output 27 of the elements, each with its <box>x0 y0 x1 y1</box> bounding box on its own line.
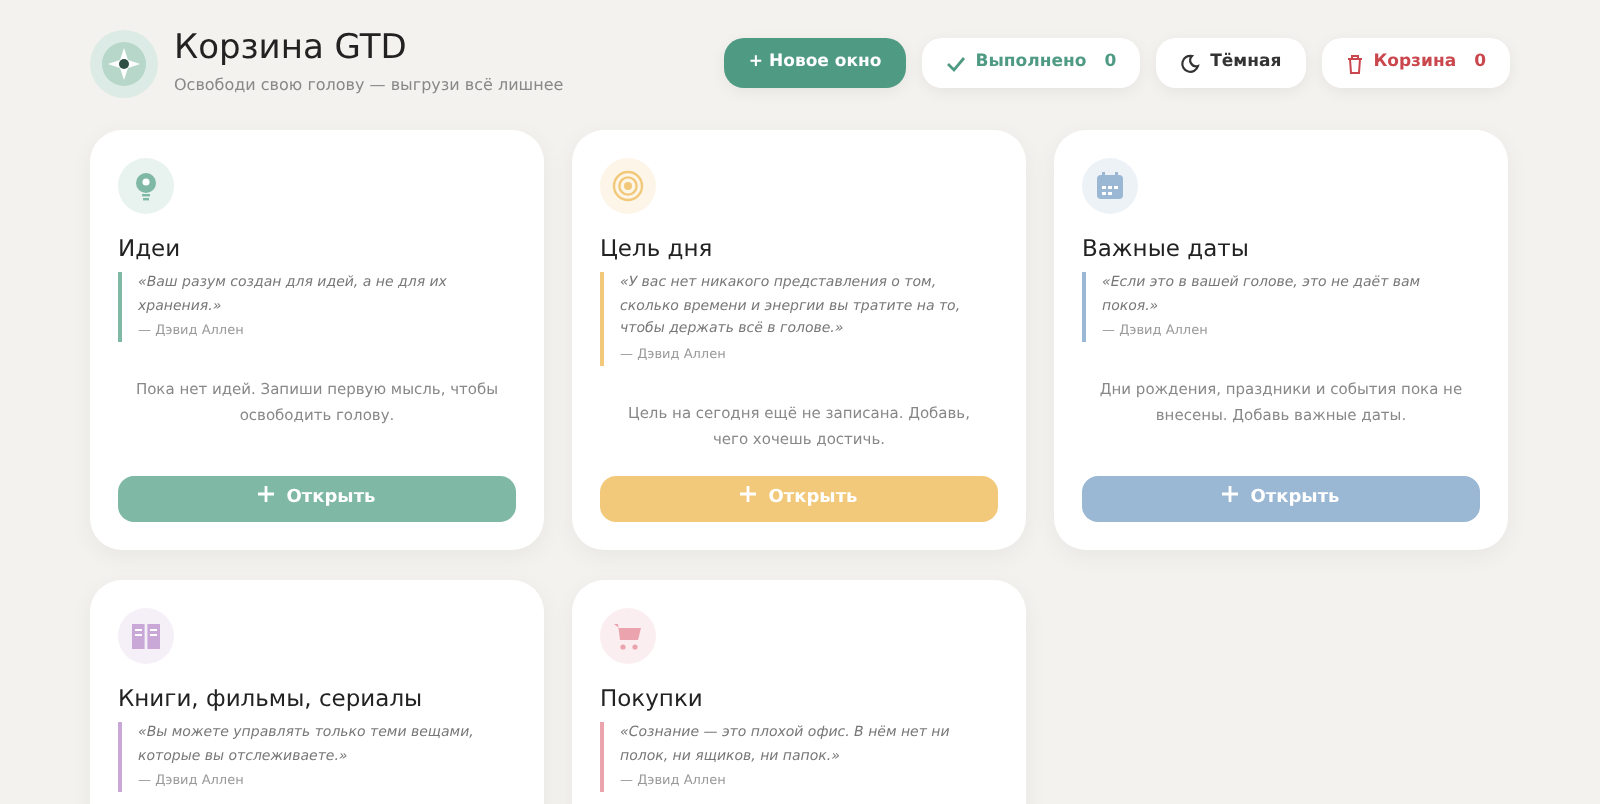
calendar-icon <box>1094 170 1126 203</box>
check-icon <box>945 53 966 74</box>
open-button[interactable]: Открыть <box>1082 475 1480 523</box>
target-icon <box>612 170 644 203</box>
shopping-cart-icon <box>612 620 644 653</box>
trash-button[interactable]: Корзина 0 <box>1321 38 1510 89</box>
trash-icon <box>1345 53 1364 74</box>
book-icon <box>130 620 162 653</box>
card-title: Книги, фильмы, сериалы <box>118 682 425 717</box>
open-button[interactable]: Открыть <box>118 475 516 523</box>
count-label: 0 <box>1104 50 1117 77</box>
plus-icon <box>258 485 275 502</box>
app-subtitle: Освободи свою голову — выгрузи всё лишнее <box>174 74 564 99</box>
card-title: Идеи <box>118 232 183 267</box>
new-window-button[interactable]: + Новое окно <box>724 38 906 89</box>
card-title: Важные даты <box>1082 232 1251 267</box>
plus-icon <box>1222 485 1239 502</box>
done-button[interactable]: Выполнено 0 <box>921 38 1141 89</box>
count-label: 0 <box>1474 50 1486 77</box>
lightbulb-icon <box>130 170 162 203</box>
moon-icon <box>1180 53 1201 74</box>
card-title: Цель дня <box>600 232 715 267</box>
app-title: Корзина GTD <box>174 28 409 69</box>
compass-logo-icon <box>90 29 158 98</box>
plus-icon <box>740 485 757 502</box>
theme-button[interactable]: Тёмная <box>1156 38 1306 89</box>
card-title: Покупки <box>600 682 705 717</box>
